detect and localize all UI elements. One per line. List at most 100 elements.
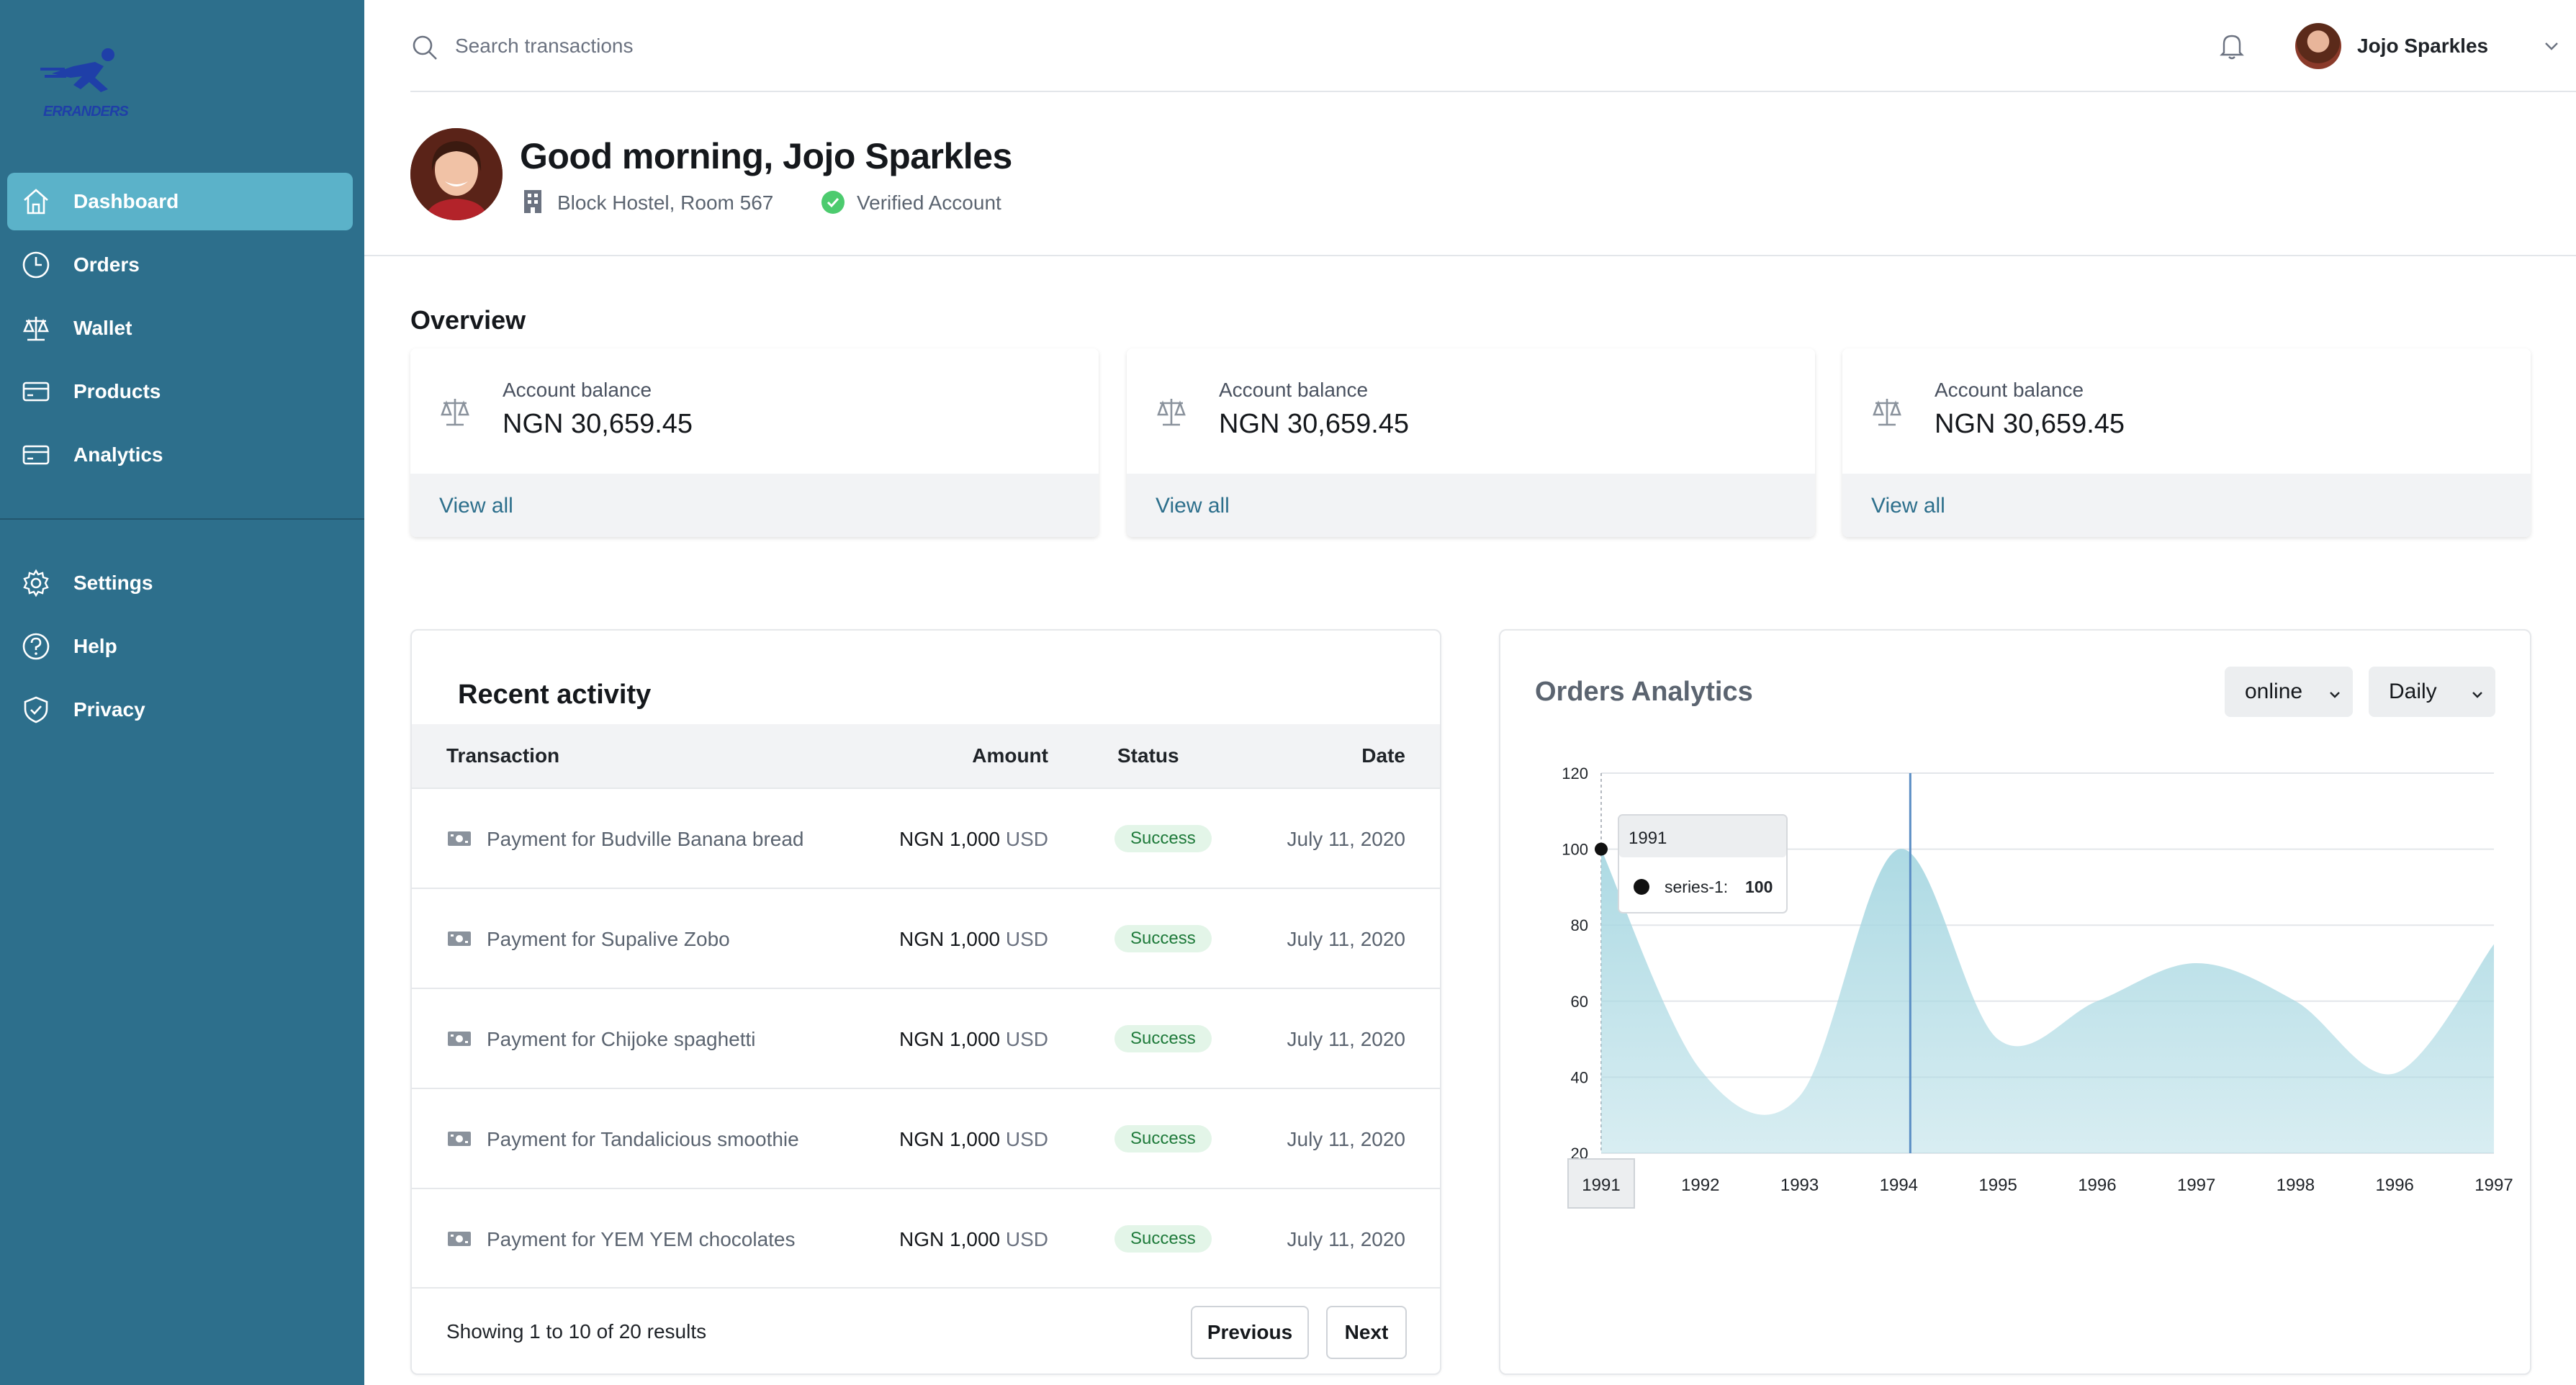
gear-icon [20,567,52,599]
amount-prefix: NGN [899,1028,945,1050]
transaction-date: July 11, 2020 [1287,1028,1406,1050]
balance-value: NGN 30,659.45 [1219,409,1410,439]
avatar[interactable] [2295,23,2341,69]
sidebar-item-help[interactable]: Help [7,618,353,675]
amount-currency: USD [1005,928,1048,950]
transaction-date: July 11, 2020 [1287,1228,1406,1250]
transaction-amount: NGN 1,000 USD [899,1228,1048,1251]
transaction-description: Payment for Tandalicious smoothie [487,1128,799,1150]
brand-logo[interactable]: ERRANDERS [37,45,129,124]
brand-logo-text: ERRANDERS [43,104,129,119]
y-tick-label: 40 [1571,1068,1588,1086]
table-row[interactable]: Payment for Chijoke spaghetti NGN 1,000 U… [412,988,1440,1088]
transaction-amount: NGN 1,000 USD [899,928,1048,951]
y-tick-label: 120 [1562,764,1588,782]
profile-avatar [410,128,503,220]
cash-icon [446,1228,472,1250]
x-tick-label: 1998 [2276,1176,2315,1195]
x-tick-label: 1996 [2376,1176,2414,1195]
tooltip-value: 100 [1745,878,1773,896]
header-divider [364,255,2576,256]
sidebar: ERRANDERS Dashboard Orders Wallet Produc… [0,0,364,1385]
transaction-amount: NGN 1,000 USD [899,1028,1048,1051]
sidebar-item-label: Privacy [73,698,145,721]
x-tick-label: 1996 [2078,1176,2116,1195]
bell-icon[interactable] [2216,30,2248,62]
sidebar-item-label: Analytics [73,443,163,466]
page-title: Good morning, Jojo Sparkles [520,136,1012,176]
sidebar-item-dashboard[interactable]: Dashboard [7,173,353,230]
orders-analytics-panel: Orders Analytics online Daily 20 40 60 80 10… [1499,629,2531,1375]
sidebar-item-label: Settings [73,572,153,594]
search-input[interactable] [455,32,1031,60]
scale-icon [1870,394,1904,429]
card-footer: View all [410,474,1099,537]
amount-prefix: NGN [899,828,945,850]
location-text: Block Hostel, Room 567 [557,191,774,214]
cash-icon [446,928,472,949]
chevron-down-icon[interactable] [2541,36,2562,56]
x-tick-label: 1991 [1582,1176,1620,1195]
sidebar-item-wallet[interactable]: Wallet [7,299,353,357]
column-header-date: Date [1361,744,1405,767]
status-badge: Success [1114,925,1212,952]
amount-prefix: NGN [899,1228,945,1250]
orders-area-chart[interactable]: 204060801001201991 1992 1993 1994 1995 1996 19… [1500,631,2533,1376]
previous-button[interactable]: Previous [1191,1306,1309,1359]
tooltip-marker [1634,879,1649,895]
sidebar-divider [0,518,364,520]
balance-label: Account balance [503,379,652,401]
sidebar-item-orders[interactable]: Orders [7,236,353,294]
tooltip-title: 1991 [1629,829,1667,848]
transaction-description: Payment for YEM YEM chocolates [487,1228,796,1250]
x-tick-label: 1997 [2474,1176,2513,1195]
top-bar: Jojo Sparkles [410,0,2576,92]
y-tick-label: 100 [1562,841,1588,859]
amount-value: 1,000 [950,828,1001,850]
sidebar-item-settings[interactable]: Settings [7,554,353,612]
amount-value: 1,000 [950,1028,1001,1050]
column-header-status: Status [1117,744,1179,767]
table-row[interactable]: Payment for Supalive Zobo NGN 1,000 USD Su… [412,888,1440,988]
building-icon [521,189,544,215]
balance-label: Account balance [1219,379,1369,401]
table-row[interactable]: Payment for Tandalicious smoothie NGN 1,0… [412,1088,1440,1188]
transaction-date: July 11, 2020 [1287,1128,1406,1150]
sidebar-item-privacy[interactable]: Privacy [7,681,353,739]
status-badge: Success [1114,1025,1212,1052]
view-all-link[interactable]: View all [1871,494,1945,518]
balance-card: Account balance NGN 30,659.45 View all [410,348,1099,537]
table-row[interactable]: Payment for Budville Banana bread NGN 1,0… [412,788,1440,888]
recent-activity-title: Recent activity [458,680,652,710]
table-row[interactable]: Payment for YEM YEM chocolates NGN 1,000 … [412,1188,1440,1288]
home-icon [20,186,52,217]
cash-icon [446,1128,472,1150]
transaction-description: Payment for Supalive Zobo [487,928,730,950]
x-tick-label: 1995 [1978,1176,2017,1195]
cash-icon [446,828,472,849]
transaction-description: Payment for Budville Banana bread [487,828,804,850]
user-name[interactable]: Jojo Sparkles [2357,35,2488,58]
next-button[interactable]: Next [1326,1306,1407,1359]
view-all-link[interactable]: View all [1156,494,1230,518]
verified-status: Verified Account [857,191,1001,214]
y-tick-label: 80 [1571,916,1588,934]
sidebar-item-label: Wallet [73,317,132,339]
sidebar-item-analytics[interactable]: Analytics [7,426,353,484]
sidebar-item-products[interactable]: Products [7,363,353,420]
data-point[interactable] [1595,842,1608,856]
clock-icon [20,249,52,281]
transaction-amount: NGN 1,000 USD [899,1128,1048,1151]
x-tick-label: 1992 [1681,1176,1719,1195]
search-icon [410,33,439,62]
sidebar-item-label: Help [73,635,117,657]
view-all-link[interactable]: View all [439,494,513,518]
sidebar-item-label: Orders [73,253,140,276]
transaction-description: Payment for Chijoke spaghetti [487,1028,756,1050]
transaction-amount: NGN 1,000 USD [899,828,1048,851]
sidebar-item-label: Dashboard [73,190,179,212]
y-tick-label: 60 [1571,993,1588,1011]
table-header: Transaction Amount Status Date [412,724,1440,788]
balance-value: NGN 30,659.45 [1935,409,2125,439]
amount-prefix: NGN [899,1128,945,1150]
